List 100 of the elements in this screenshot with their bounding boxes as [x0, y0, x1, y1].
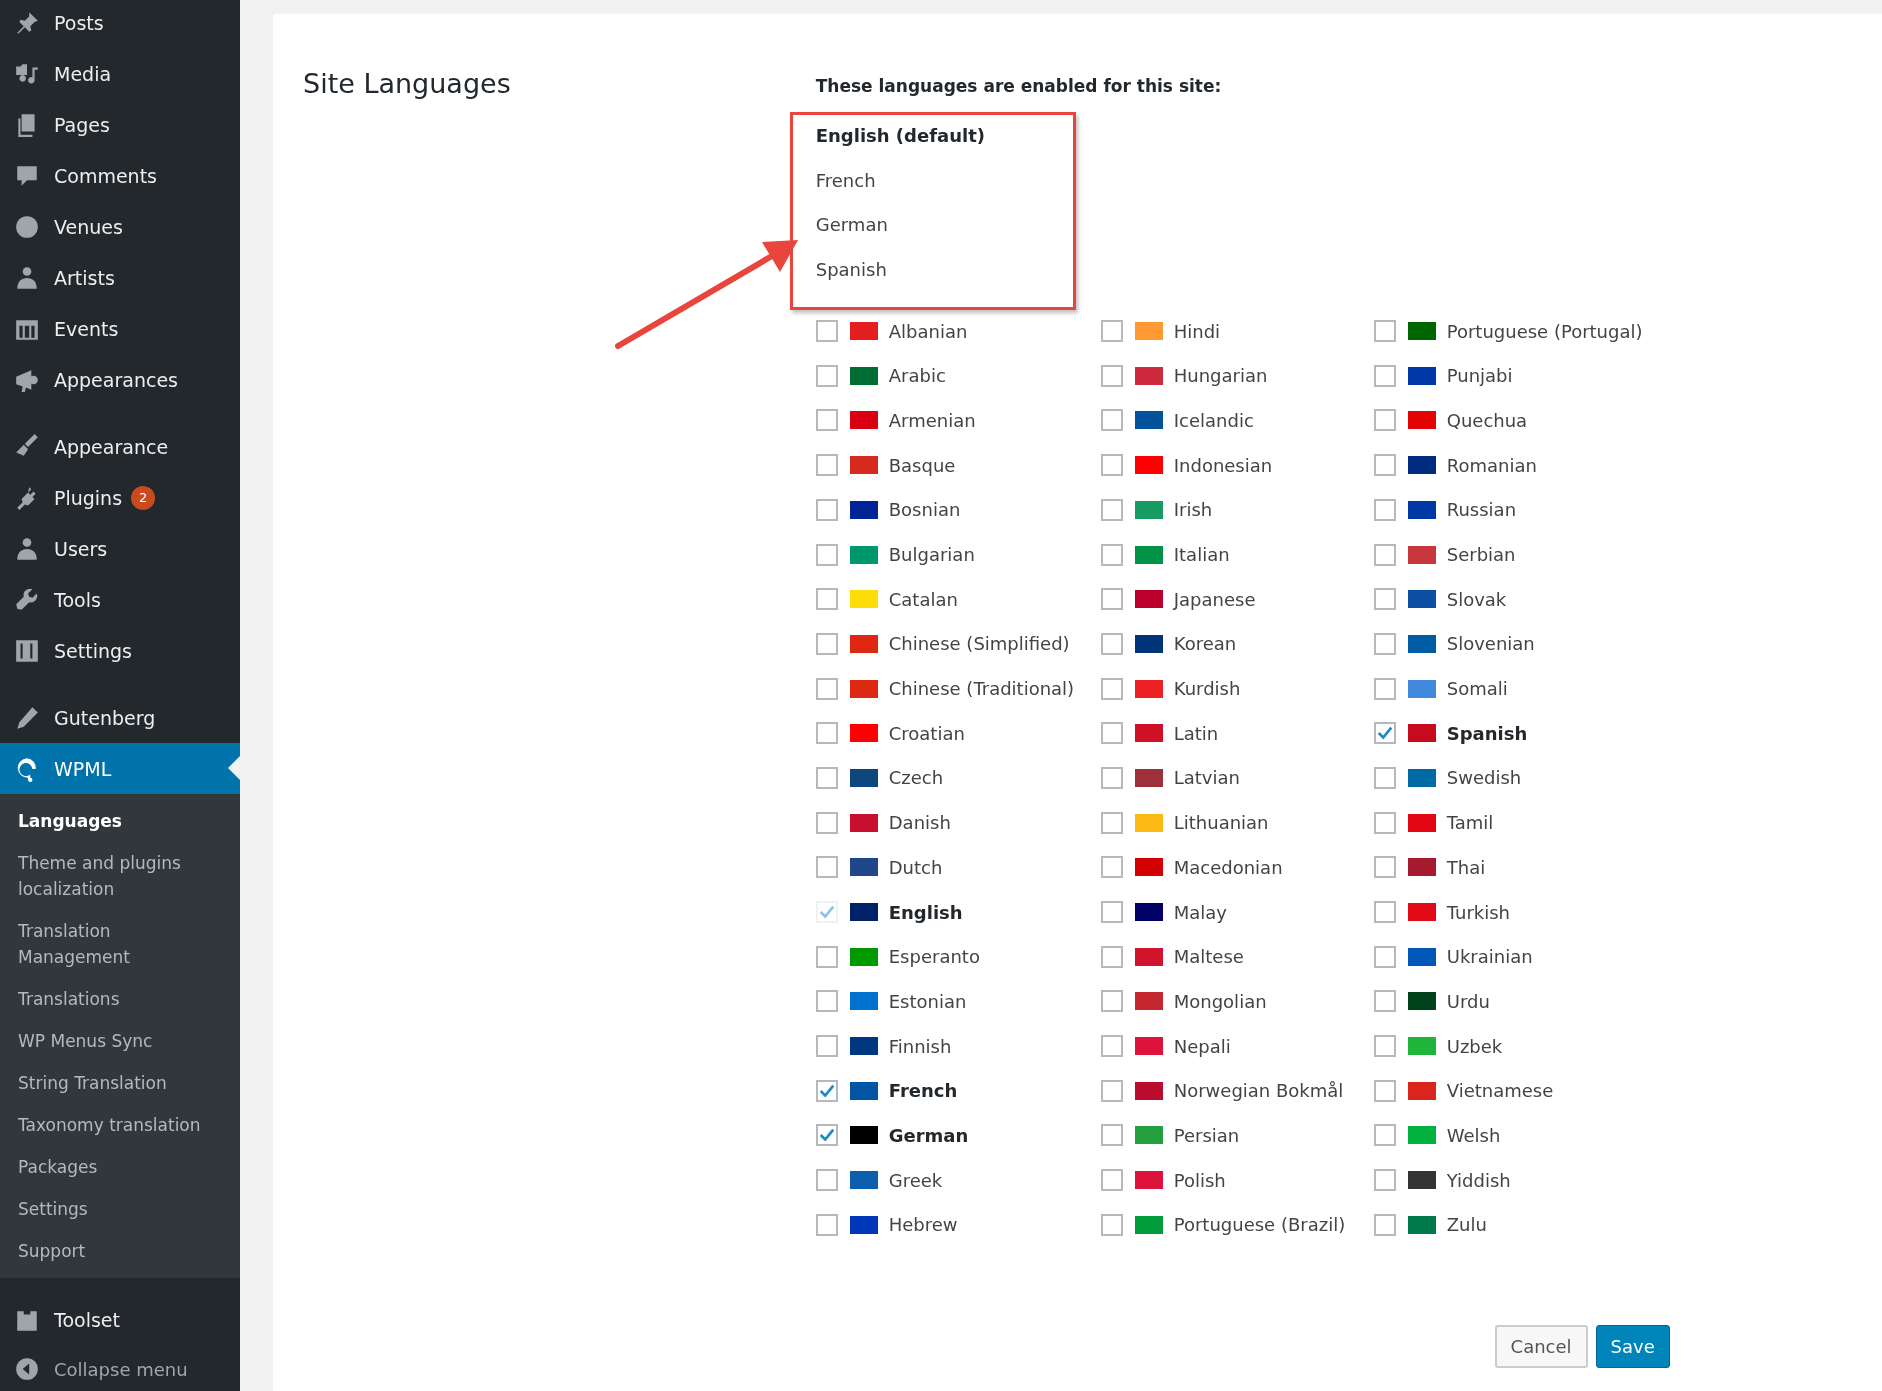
submenu-item[interactable]: Translation Management [0, 910, 240, 978]
sidebar-menu-item[interactable]: Plugins 2 [0, 472, 240, 523]
language-checkbox[interactable] [1100, 409, 1123, 432]
language-checkbox[interactable] [815, 498, 838, 521]
language-name: Portuguese (Portugal) [1446, 320, 1643, 342]
language-name: English [888, 901, 963, 923]
language-name: Danish [888, 812, 951, 834]
language-checkbox[interactable] [815, 588, 838, 611]
submenu-item[interactable]: Languages [0, 800, 240, 842]
sidebar-menu-item[interactable]: Posts [0, 0, 240, 48]
language-checkbox[interactable] [815, 722, 838, 745]
language-checkbox[interactable] [815, 856, 838, 879]
sidebar-menu-item[interactable]: Users [0, 523, 240, 574]
language-checkbox[interactable] [815, 409, 838, 432]
language-checkbox[interactable] [1373, 722, 1396, 745]
language-checkbox[interactable] [815, 364, 838, 387]
submenu-item[interactable]: Translations [0, 978, 240, 1020]
language-checkbox[interactable] [1100, 722, 1123, 745]
language-checkbox[interactable] [1100, 1213, 1123, 1236]
sidebar-menu-item[interactable]: Settings [0, 625, 240, 676]
language-checkbox[interactable] [815, 1124, 838, 1147]
language-checkbox[interactable] [1100, 901, 1123, 924]
language-checkbox[interactable] [1373, 901, 1396, 924]
language-checkbox[interactable] [1100, 1124, 1123, 1147]
language-checkbox[interactable] [1100, 498, 1123, 521]
language-checkbox[interactable] [1100, 454, 1123, 477]
sidebar-menu-item[interactable]: WPML [0, 743, 240, 794]
language-checkbox[interactable] [815, 945, 838, 968]
submenu-item[interactable]: Packages [0, 1146, 240, 1188]
language-checkbox[interactable] [815, 811, 838, 834]
submenu-item[interactable]: WP Menus Sync [0, 1020, 240, 1062]
submenu-item[interactable]: Theme and plugins localization [0, 842, 240, 910]
submenu-item[interactable]: Taxonomy translation [0, 1104, 240, 1146]
sidebar-menu-item[interactable]: Pages [0, 99, 240, 150]
language-checkbox[interactable] [1373, 1035, 1396, 1058]
language-checkbox[interactable] [1100, 1079, 1123, 1102]
enabled-language: German [815, 213, 889, 238]
sidebar-menu-item[interactable]: Tools [0, 574, 240, 625]
language-checkbox[interactable] [1373, 320, 1396, 343]
language-checkbox[interactable] [1373, 409, 1396, 432]
language-name: Polish [1173, 1169, 1226, 1191]
sidebar-menu-item[interactable]: Events [0, 303, 240, 354]
sidebar-menu-item[interactable]: Appearance [0, 421, 240, 472]
language-checkbox[interactable] [815, 1169, 838, 1192]
collapse-menu-button[interactable]: Collapse menu [0, 1347, 240, 1391]
language-checkbox[interactable] [1373, 543, 1396, 566]
cancel-button[interactable]: Cancel [1494, 1325, 1588, 1369]
language-checkbox[interactable] [1373, 454, 1396, 477]
language-checkbox[interactable] [815, 1035, 838, 1058]
language-checkbox[interactable] [1373, 1124, 1396, 1147]
language-checkbox[interactable] [1100, 364, 1123, 387]
submenu-item[interactable]: Support [0, 1230, 240, 1272]
sidebar-menu-item[interactable]: Artists [0, 252, 240, 303]
language-checkbox[interactable] [815, 766, 838, 789]
language-checkbox[interactable] [815, 677, 838, 700]
language-checkbox[interactable] [815, 320, 838, 343]
flag-icon [849, 411, 878, 430]
language-checkbox[interactable] [815, 1213, 838, 1236]
language-checkbox[interactable] [1100, 766, 1123, 789]
language-checkbox[interactable] [815, 1079, 838, 1102]
language-checkbox[interactable] [1373, 856, 1396, 879]
language-checkbox[interactable] [1100, 945, 1123, 968]
language-name: Romanian [1446, 454, 1537, 476]
sidebar-menu-item[interactable]: Appearances [0, 354, 240, 405]
sidebar-menu-item[interactable]: Comments [0, 150, 240, 201]
language-checkbox[interactable] [1373, 588, 1396, 611]
submenu-item[interactable]: Settings [0, 1188, 240, 1230]
language-checkbox[interactable] [1373, 1169, 1396, 1192]
language-checkbox[interactable] [1373, 811, 1396, 834]
save-button[interactable]: Save [1595, 1325, 1670, 1369]
sidebar-menu-item[interactable]: Gutenberg [0, 692, 240, 743]
language-checkbox[interactable] [1373, 632, 1396, 655]
language-checkbox[interactable] [1373, 1079, 1396, 1102]
language-checkbox[interactable] [1100, 856, 1123, 879]
language-checkbox[interactable] [1100, 632, 1123, 655]
language-checkbox[interactable] [1100, 990, 1123, 1013]
language-checkbox[interactable] [1373, 1213, 1396, 1236]
language-checkbox[interactable] [1373, 945, 1396, 968]
language-checkbox[interactable] [1100, 320, 1123, 343]
language-checkbox[interactable] [1373, 364, 1396, 387]
language-checkbox[interactable] [1100, 1169, 1123, 1192]
language-checkbox[interactable] [1373, 677, 1396, 700]
flag-icon [849, 768, 878, 787]
language-checkbox[interactable] [1100, 811, 1123, 834]
sidebar-menu-item[interactable]: Toolset [0, 1294, 240, 1345]
language-checkbox[interactable] [1100, 543, 1123, 566]
language-checkbox[interactable] [1373, 990, 1396, 1013]
language-name: Welsh [1446, 1124, 1501, 1146]
submenu-item[interactable]: String Translation [0, 1062, 240, 1104]
language-checkbox[interactable] [815, 632, 838, 655]
language-checkbox[interactable] [815, 454, 838, 477]
language-checkbox[interactable] [815, 543, 838, 566]
sidebar-menu-item[interactable]: Media [0, 48, 240, 99]
language-checkbox[interactable] [1100, 1035, 1123, 1058]
language-checkbox[interactable] [1100, 588, 1123, 611]
language-checkbox[interactable] [1100, 677, 1123, 700]
language-checkbox[interactable] [1373, 498, 1396, 521]
language-checkbox[interactable] [815, 990, 838, 1013]
sidebar-menu-item[interactable]: Venues [0, 201, 240, 252]
language-checkbox[interactable] [1373, 766, 1396, 789]
